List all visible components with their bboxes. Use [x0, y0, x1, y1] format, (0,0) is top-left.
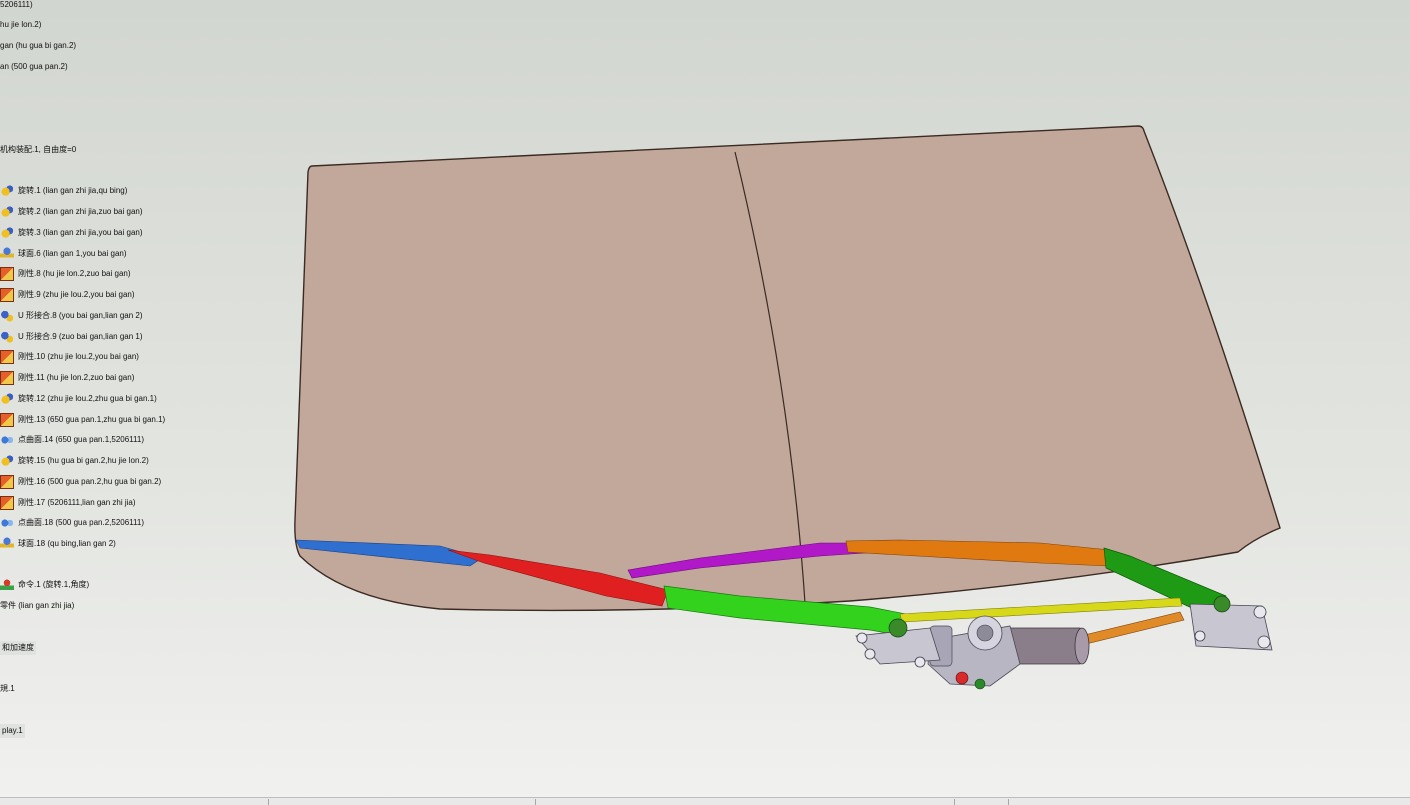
rigid-joint-icon — [0, 413, 14, 427]
u-joint-icon — [0, 309, 14, 323]
wiper-motor[interactable] — [1009, 627, 1090, 665]
command-icon — [0, 578, 14, 592]
spherical-joint-icon — [0, 247, 14, 261]
tree-item-joint[interactable]: 旋转.1 (lian gan zhi jia,qu bing) — [0, 184, 127, 198]
rigid-joint-icon — [0, 371, 14, 385]
tree-item-fixed-part[interactable]: 零件 (lian gan zhi jia) — [0, 599, 74, 613]
right-pivot-bracket[interactable] — [1189, 595, 1273, 651]
tree-item-joint[interactable]: 球面.18 (qu bing,lian gan 2) — [0, 537, 116, 551]
tree-item-joint[interactable]: 旋转.2 (lian gan zhi jia,zuo bai gan) — [0, 205, 143, 219]
tree-item[interactable]: hu jie lon.2) — [0, 18, 41, 32]
tree-item[interactable]: 規.1 — [0, 682, 15, 696]
point-surface-joint-icon — [0, 433, 14, 447]
tree-item-joint[interactable]: U 形接合.8 (you bai gan,lian gan 2) — [0, 309, 143, 323]
tree-item-joint[interactable]: 刚性.8 (hu jie lon.2,zuo bai gan) — [0, 267, 131, 281]
specification-tree[interactable]: 5206111) hu jie lon.2) gan (hu gua bi ga… — [0, 0, 420, 800]
status-separator — [535, 799, 536, 805]
tree-item-joint[interactable]: 旋转.12 (zhu jie lou.2,zhu gua bi gan.1) — [0, 392, 157, 406]
linkage-rod-yellow[interactable] — [899, 597, 1183, 623]
tree-item-joint[interactable]: 刚性.10 (zhu jie lou.2,you bai gan) — [0, 350, 139, 364]
tree-item-joint[interactable]: 旋转.15 (hu gua bi gan.2,hu jie lon.2) — [0, 454, 149, 468]
tree-item-joint[interactable]: 旋转.3 (lian gan zhi jia,you bai gan) — [0, 226, 143, 240]
linkage-rod-orange[interactable] — [1079, 611, 1185, 645]
revolute-joint-icon — [0, 392, 14, 406]
status-separator — [954, 799, 955, 805]
tree-item-mechanism[interactable]: 机构装配.1, 自由度=0 — [0, 143, 76, 157]
tree-item[interactable]: an (500 gua pan.2) — [0, 60, 68, 74]
tree-item-joint[interactable]: 刚性.13 (650 gua pan.1,zhu gua bi gan.1) — [0, 413, 165, 427]
status-separator — [1008, 799, 1009, 805]
tree-item-speed-acceleration[interactable]: 和加速度 — [0, 641, 36, 655]
tree-item[interactable]: 5206111) — [0, 0, 33, 12]
point-surface-joint-icon — [0, 516, 14, 530]
tree-item[interactable]: gan (hu gua bi gan.2) — [0, 39, 76, 53]
revolute-joint-icon — [0, 205, 14, 219]
rigid-joint-icon — [0, 496, 14, 510]
tree-item-joint[interactable]: U 形接合.9 (zuo bai gan,lian gan 1) — [0, 330, 143, 344]
rigid-joint-icon — [0, 475, 14, 489]
tree-item-joint[interactable]: 刚性.9 (zhu jie lou.2,you bai gan) — [0, 288, 135, 302]
tree-item-joint[interactable]: 刚性.16 (500 gua pan.2,hu gua bi gan.2) — [0, 475, 161, 489]
windshield-surface[interactable] — [294, 125, 1281, 612]
rigid-joint-icon — [0, 350, 14, 364]
revolute-joint-icon — [0, 226, 14, 240]
rigid-joint-icon — [0, 288, 14, 302]
motor-gearbox[interactable] — [927, 615, 1021, 690]
tree-item-joint[interactable]: 点曲面.14 (650 gua pan.1,5206111) — [0, 433, 144, 447]
revolute-joint-icon — [0, 454, 14, 468]
status-separator — [268, 799, 269, 805]
tree-item-joint[interactable]: 球面.6 (lian gan 1,you bai gan) — [0, 247, 127, 261]
spherical-joint-icon — [0, 537, 14, 551]
u-joint-icon — [0, 330, 14, 344]
tree-item-joint[interactable]: 刚性.17 (5206111,lian gan zhi jia) — [0, 496, 136, 510]
revolute-joint-icon — [0, 184, 14, 198]
tree-item-joint[interactable]: 刚性.11 (hu jie lon.2,zuo bai gan) — [0, 371, 134, 385]
tree-item-replay[interactable]: play.1 — [0, 724, 25, 738]
rigid-joint-icon — [0, 267, 14, 281]
tree-item-joint[interactable]: 点曲面.18 (500 gua pan.2,5206111) — [0, 516, 144, 530]
tree-item-command[interactable]: 命令.1 (旋转.1,角度) — [0, 578, 89, 592]
